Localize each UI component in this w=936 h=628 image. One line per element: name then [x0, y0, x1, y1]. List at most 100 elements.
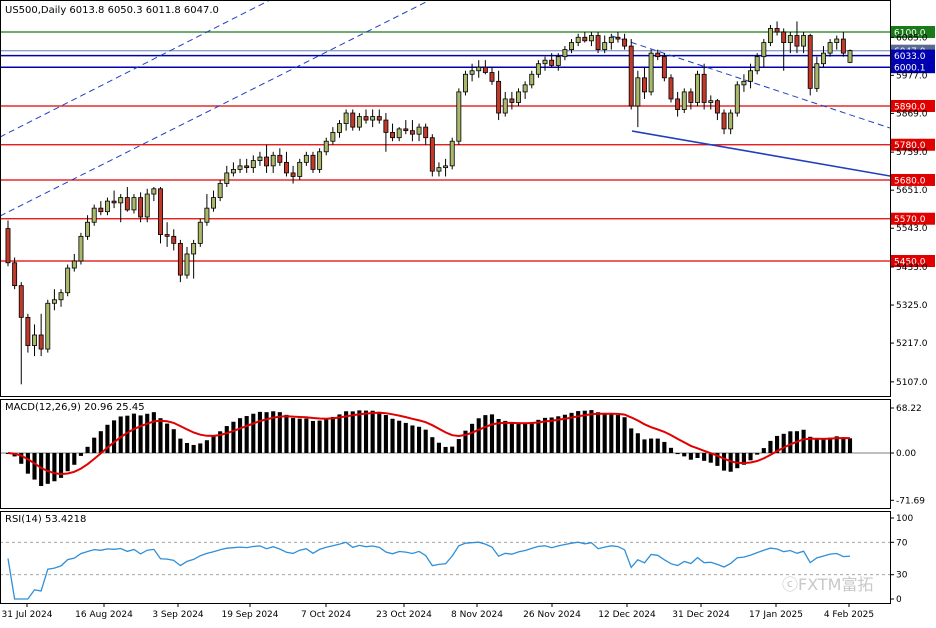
candle-body[interactable]: [204, 207, 210, 223]
candle-body[interactable]: [244, 165, 250, 169]
candle-body[interactable]: [78, 235, 84, 262]
candle-body[interactable]: [264, 156, 270, 167]
candle-body[interactable]: [741, 80, 747, 86]
candle-body[interactable]: [748, 70, 754, 82]
candle-body[interactable]: [562, 49, 568, 58]
candle-body[interactable]: [32, 334, 37, 346]
candle-body[interactable]: [708, 100, 714, 103]
candle-body[interactable]: [337, 123, 342, 133]
candle-body[interactable]: [376, 116, 382, 121]
candle-body[interactable]: [416, 126, 422, 135]
candle-body[interactable]: [403, 128, 409, 132]
candle-body[interactable]: [767, 28, 773, 43]
candle-body[interactable]: [158, 188, 163, 235]
candle-body[interactable]: [635, 77, 641, 107]
candle-body[interactable]: [370, 116, 376, 121]
candle-body[interactable]: [728, 112, 734, 130]
candle-body[interactable]: [840, 38, 846, 54]
candle-body[interactable]: [38, 334, 44, 350]
candle-body[interactable]: [615, 36, 621, 40]
candle-body[interactable]: [622, 38, 628, 47]
candle-body[interactable]: [177, 242, 183, 276]
candle-body[interactable]: [834, 38, 840, 43]
candle-body[interactable]: [237, 165, 243, 170]
candle-body[interactable]: [363, 116, 369, 121]
candle-body[interactable]: [25, 316, 31, 346]
candle-body[interactable]: [277, 154, 283, 163]
chart-svg[interactable]: 6100.06047.06033.06000.15890.05780.05680…: [0, 0, 936, 624]
candle-body[interactable]: [104, 200, 110, 213]
candle-body[interactable]: [781, 31, 787, 43]
candle-body[interactable]: [582, 36, 588, 42]
candle-body[interactable]: [191, 242, 197, 255]
candle-body[interactable]: [463, 73, 468, 93]
candle-body[interactable]: [317, 151, 323, 170]
candle-body[interactable]: [496, 80, 502, 114]
candle-body[interactable]: [18, 285, 24, 318]
candle-body[interactable]: [151, 188, 157, 195]
candle-body[interactable]: [794, 35, 800, 47]
candle-body[interactable]: [12, 262, 18, 287]
candle-body[interactable]: [714, 100, 720, 114]
candle-body[interactable]: [250, 160, 256, 169]
candle-body[interactable]: [131, 197, 137, 211]
candle-body[interactable]: [535, 63, 541, 75]
candle-body[interactable]: [549, 59, 555, 66]
candle-body[interactable]: [575, 36, 581, 43]
candle-body[interactable]: [409, 130, 415, 135]
candle-body[interactable]: [754, 56, 760, 72]
candle-body[interactable]: [164, 234, 170, 237]
candle-body[interactable]: [555, 56, 561, 66]
candle-body[interactable]: [217, 183, 223, 198]
candle-body[interactable]: [502, 98, 508, 114]
candle-body[interactable]: [522, 84, 528, 93]
candle-body[interactable]: [695, 73, 700, 103]
candle-body[interactable]: [648, 52, 654, 93]
candle-body[interactable]: [476, 66, 482, 72]
candle-body[interactable]: [303, 154, 309, 163]
candle-body[interactable]: [642, 77, 647, 93]
candle-body[interactable]: [184, 253, 190, 276]
candle-body[interactable]: [396, 128, 402, 139]
candle-body[interactable]: [529, 73, 535, 86]
candle-body[interactable]: [827, 42, 833, 54]
candle-body[interactable]: [608, 36, 614, 43]
candle-body[interactable]: [661, 56, 667, 79]
candle-body[interactable]: [5, 228, 11, 264]
candle-body[interactable]: [211, 197, 216, 209]
candle-body[interactable]: [449, 140, 455, 167]
candle-body[interactable]: [383, 119, 389, 133]
candle-body[interactable]: [774, 28, 780, 33]
candle-body[interactable]: [230, 168, 236, 174]
candle-body[interactable]: [469, 70, 475, 75]
candle-body[interactable]: [688, 91, 694, 103]
candle-body[interactable]: [542, 59, 548, 65]
candle-body[interactable]: [257, 156, 263, 161]
candle-body[interactable]: [343, 112, 349, 125]
candle-body[interactable]: [91, 207, 97, 223]
candle-body[interactable]: [111, 200, 117, 204]
candle-body[interactable]: [595, 35, 601, 51]
candle-body[interactable]: [668, 77, 674, 100]
candle-body[interactable]: [569, 42, 574, 51]
candle-body[interactable]: [721, 112, 727, 130]
candle-body[interactable]: [58, 292, 64, 301]
candle-body[interactable]: [284, 161, 289, 174]
candle-body[interactable]: [588, 35, 594, 42]
candle-body[interactable]: [297, 161, 303, 177]
candle-body[interactable]: [821, 52, 826, 65]
candle-body[interactable]: [390, 132, 395, 139]
candle-body[interactable]: [330, 132, 336, 142]
candle-body[interactable]: [602, 42, 608, 51]
candle-body[interactable]: [681, 91, 687, 110]
candle-body[interactable]: [628, 45, 634, 107]
candle-body[interactable]: [85, 221, 91, 237]
candle-body[interactable]: [516, 91, 521, 103]
candle-body[interactable]: [734, 84, 740, 114]
candle-body[interactable]: [310, 154, 316, 170]
candle-body[interactable]: [847, 50, 853, 63]
candle-body[interactable]: [197, 221, 203, 244]
candle-body[interactable]: [701, 73, 707, 103]
candle-body[interactable]: [655, 52, 661, 58]
candle-body[interactable]: [224, 172, 230, 184]
